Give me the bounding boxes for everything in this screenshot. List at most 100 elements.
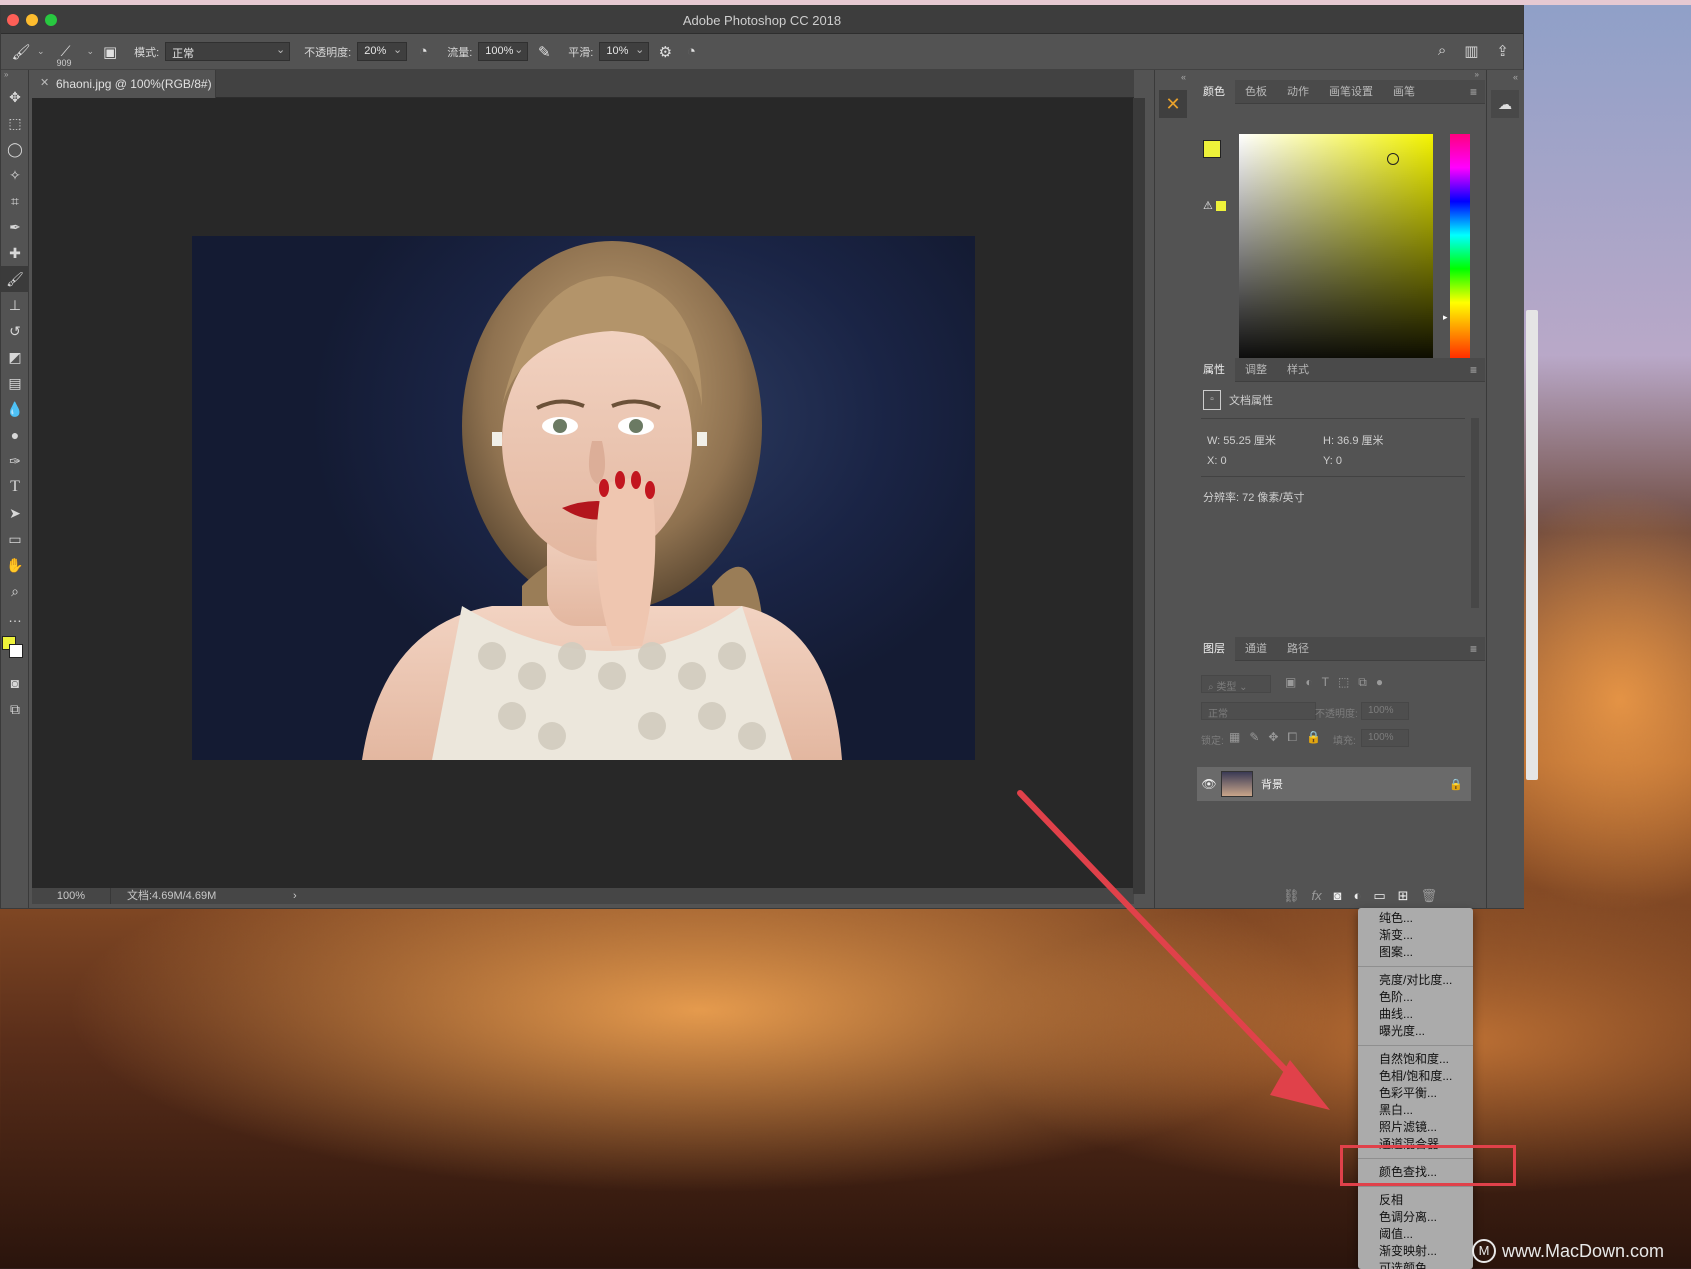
libraries-icon[interactable]: ☁: [1491, 90, 1519, 118]
pixel-filter-icon[interactable]: ▣: [1285, 675, 1296, 690]
brush-size-picker[interactable]: ⟋ 909: [51, 43, 81, 68]
gradient-tool-icon[interactable]: ▤: [1, 370, 29, 396]
lock-artboard-icon[interactable]: ⧠: [1287, 730, 1297, 745]
blend-mode-select[interactable]: 正常: [1201, 702, 1316, 720]
smooth-input[interactable]: 10%: [599, 42, 650, 61]
properties-menu-icon[interactable]: ≡: [1470, 363, 1477, 377]
mask-icon[interactable]: ◙: [1334, 888, 1342, 904]
pressure-size-icon[interactable]: ◔: [681, 43, 701, 60]
menu-item[interactable]: 可选颜色...: [1358, 1260, 1473, 1269]
canvas[interactable]: [32, 99, 1134, 896]
more-tools-icon[interactable]: …: [1, 604, 29, 630]
tab-channels[interactable]: 通道: [1235, 637, 1277, 661]
flow-input[interactable]: 100%: [478, 42, 529, 61]
menu-item[interactable]: 色相/饱和度...: [1358, 1068, 1473, 1085]
document-tab[interactable]: ✕ 6haoni.jpg @ 100%(RGB/8#): [32, 70, 216, 98]
stamp-tool-icon[interactable]: ⊥: [1, 292, 29, 318]
menu-item[interactable]: 图案...: [1358, 944, 1473, 961]
gamut-warning-icon[interactable]: ⚠: [1203, 199, 1226, 212]
menu-item[interactable]: 纯色...: [1358, 910, 1473, 927]
smart-object-filter-icon[interactable]: ⧉: [1358, 675, 1367, 690]
lock-position-icon[interactable]: ✥: [1268, 730, 1278, 745]
properties-scrollbar[interactable]: [1471, 418, 1479, 608]
portrait-photo[interactable]: [192, 236, 975, 760]
tab-swatches[interactable]: 色板: [1235, 80, 1277, 104]
status-chevron-icon[interactable]: ›: [293, 890, 297, 902]
menu-item[interactable]: 反相: [1358, 1192, 1473, 1209]
menu-item[interactable]: 照片滤镜...: [1358, 1119, 1473, 1136]
quick-select-tool-icon[interactable]: ✧: [1, 162, 29, 188]
menu-item[interactable]: 曲线...: [1358, 1006, 1473, 1023]
brush-tool-icon[interactable]: 🖌: [11, 43, 31, 61]
layer-name[interactable]: 背景: [1261, 776, 1449, 792]
hue-slider-handle[interactable]: ▸: [1443, 312, 1448, 323]
background-color-swatch[interactable]: [9, 644, 23, 658]
blur-tool-icon[interactable]: 💧: [1, 396, 29, 422]
brush-settings-icon[interactable]: ▣: [100, 43, 120, 61]
pressure-opacity-icon[interactable]: ◔: [413, 43, 433, 60]
collapse-right-dock-icon[interactable]: «: [1487, 70, 1524, 84]
close-icon[interactable]: ✕: [40, 76, 49, 89]
color-picker-cursor[interactable]: [1387, 153, 1399, 165]
lock-image-icon[interactable]: ✎: [1249, 730, 1259, 745]
tools-collapse-icon[interactable]: »: [1, 70, 28, 84]
healing-tool-icon[interactable]: ✚: [1, 240, 29, 266]
hand-tool-icon[interactable]: ✋: [1, 552, 29, 578]
gear-icon[interactable]: ⚙: [655, 43, 675, 61]
layers-menu-icon[interactable]: ≡: [1470, 642, 1477, 656]
zoom-tool-icon[interactable]: ⌕: [1, 578, 29, 604]
adjustment-layer-icon[interactable]: ◐: [1354, 888, 1362, 904]
filter-toggle-icon[interactable]: ●: [1376, 675, 1383, 690]
menu-item[interactable]: 曝光度...: [1358, 1023, 1473, 1040]
lock-all-icon[interactable]: 🔒: [1306, 730, 1321, 745]
tab-properties[interactable]: 属性: [1193, 357, 1235, 382]
folder-icon[interactable]: ▭: [1373, 888, 1385, 904]
mini-foreground-swatch[interactable]: [1203, 140, 1221, 158]
eye-icon[interactable]: 👁: [1197, 777, 1221, 791]
gamut-swatch[interactable]: [1215, 201, 1226, 212]
type-tool-icon[interactable]: T: [1, 474, 29, 500]
adjustment-filter-icon[interactable]: ◐: [1305, 675, 1312, 690]
saturation-field[interactable]: [1239, 134, 1433, 370]
panel-menu-icon[interactable]: ≡: [1470, 85, 1477, 99]
menu-item[interactable]: 色彩平衡...: [1358, 1085, 1473, 1102]
dodge-tool-icon[interactable]: ●: [1, 422, 29, 448]
tab-actions[interactable]: 动作: [1277, 80, 1319, 104]
type-filter-icon[interactable]: T: [1322, 675, 1329, 690]
layer-filter-select[interactable]: ⌕ 类型 ⌄: [1201, 675, 1271, 693]
trash-icon[interactable]: 🗑: [1421, 888, 1438, 904]
eraser-tool-icon[interactable]: ◩: [1, 344, 29, 370]
expand-dock-icon[interactable]: »: [1193, 70, 1485, 80]
shape-filter-icon[interactable]: ⬚: [1338, 675, 1349, 690]
tab-brush-settings[interactable]: 画笔设置: [1319, 80, 1383, 104]
menu-item[interactable]: 色阶...: [1358, 989, 1473, 1006]
tab-adjustments[interactable]: 调整: [1235, 358, 1277, 382]
fx-icon[interactable]: fx: [1312, 888, 1322, 904]
quick-mask-icon[interactable]: ◙: [1, 670, 29, 696]
layer-opacity-input[interactable]: 100%: [1361, 702, 1409, 720]
airbrush-icon[interactable]: ✎: [534, 43, 554, 61]
move-tool-icon[interactable]: ✥: [1, 84, 29, 110]
lasso-tool-icon[interactable]: ◯: [1, 136, 29, 162]
search-icon[interactable]: ⌕: [1438, 42, 1446, 60]
path-select-tool-icon[interactable]: ➤: [1, 500, 29, 526]
tab-brushes[interactable]: 画笔: [1383, 80, 1425, 104]
menu-item[interactable]: 阈值...: [1358, 1226, 1473, 1243]
menu-item[interactable]: 色调分离...: [1358, 1209, 1473, 1226]
fill-input[interactable]: 100%: [1361, 729, 1409, 747]
hue-slider[interactable]: [1450, 134, 1470, 370]
new-layer-icon[interactable]: ⊞: [1398, 888, 1409, 904]
tool-preset-chevron-icon[interactable]: ⌄: [37, 46, 45, 57]
tab-layers[interactable]: 图层: [1193, 636, 1235, 661]
opacity-input[interactable]: 20%: [357, 42, 408, 61]
zoom-level[interactable]: 100%: [32, 890, 110, 902]
menu-item[interactable]: 自然饱和度...: [1358, 1051, 1473, 1068]
vertical-scrollbar[interactable]: [1133, 98, 1145, 894]
tab-styles[interactable]: 样式: [1277, 358, 1319, 382]
pen-tool-icon[interactable]: ✑: [1, 448, 29, 474]
menu-item[interactable]: 亮度/对比度...: [1358, 972, 1473, 989]
lock-transparent-icon[interactable]: ▦: [1229, 730, 1240, 745]
brush-tool-icon[interactable]: 🖌: [1, 266, 29, 292]
collapse-dock-icon[interactable]: «: [1155, 70, 1192, 84]
layer-row[interactable]: 👁 背景 🔒: [1197, 767, 1471, 801]
